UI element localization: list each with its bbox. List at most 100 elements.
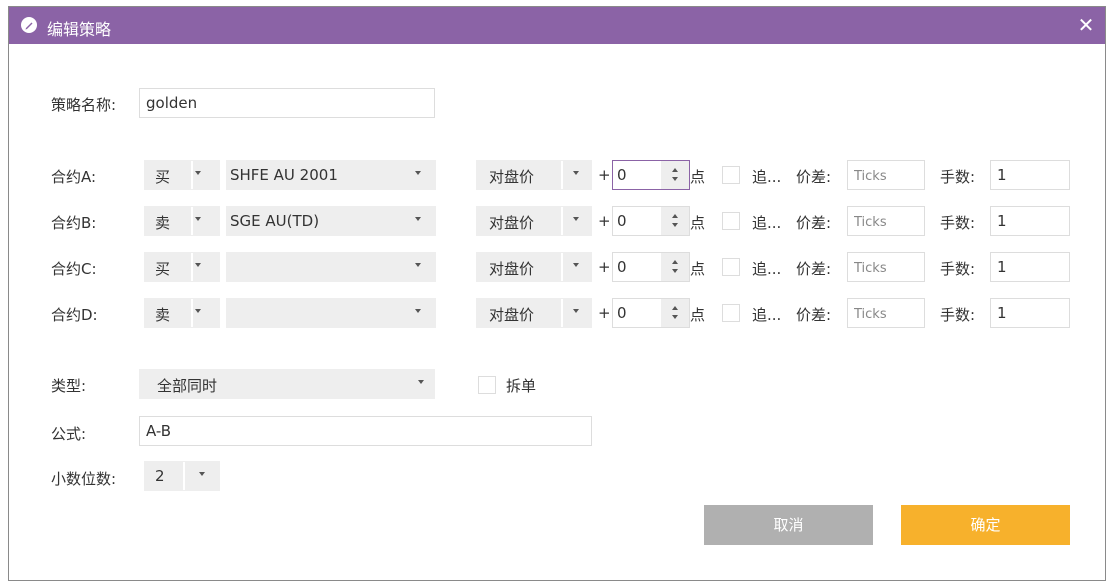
contract-label: 合约D: <box>51 306 98 324</box>
chevron-down-icon <box>573 263 579 267</box>
chevron-down-icon <box>415 309 421 313</box>
formula-label: 公式: <box>51 425 87 443</box>
quantity-label: 手数: <box>940 214 976 232</box>
direction-value: 卖 <box>155 214 171 232</box>
spread-ticks-input[interactable] <box>847 160 925 190</box>
contract-label: 合约A: <box>51 168 97 186</box>
offset-spinner[interactable]: 0 <box>612 206 690 236</box>
spinner-buttons[interactable] <box>661 207 689 235</box>
offset-value: 0 <box>617 212 627 230</box>
spinner-buttons[interactable] <box>661 253 689 281</box>
chevron-down-icon <box>195 217 201 221</box>
contract-label: 合约B: <box>51 214 97 232</box>
select-divider <box>561 207 563 235</box>
chase-checkbox[interactable] <box>722 212 740 230</box>
direction-select[interactable]: 卖 <box>144 298 220 328</box>
spread-label: 价差: <box>796 260 832 278</box>
offset-spinner[interactable]: 0 <box>612 252 690 282</box>
formula-input[interactable] <box>139 416 592 446</box>
points-unit-label: 点 <box>690 214 706 232</box>
type-select[interactable]: 全部同时 <box>139 369 435 399</box>
price-type-select[interactable]: 对盘价 <box>476 206 592 236</box>
spread-ticks-input[interactable] <box>847 206 925 236</box>
chevron-down-icon <box>418 380 424 384</box>
instrument-select[interactable]: SHFE AU 2001 <box>226 160 436 190</box>
chevron-down-icon[interactable] <box>672 315 678 319</box>
strategy-name-label: 策略名称: <box>51 96 117 114</box>
quantity-input[interactable] <box>990 252 1070 282</box>
chase-label: 追... <box>752 306 782 324</box>
price-type-value: 对盘价 <box>489 214 535 232</box>
dialog-title: 编辑策略 <box>47 20 112 39</box>
cancel-button[interactable]: 取消 <box>704 505 873 545</box>
quantity-input[interactable] <box>990 298 1070 328</box>
decimals-select-value: 2 <box>155 467 165 485</box>
select-divider <box>561 253 563 281</box>
offset-spinner[interactable]: 0 <box>612 298 690 328</box>
direction-value: 买 <box>155 168 171 186</box>
price-type-value: 对盘价 <box>489 260 535 278</box>
price-type-select[interactable]: 对盘价 <box>476 298 592 328</box>
chevron-down-icon <box>573 217 579 221</box>
close-icon[interactable]: ✕ <box>1073 12 1099 38</box>
chase-label: 追... <box>752 214 782 232</box>
price-type-select[interactable]: 对盘价 <box>476 252 592 282</box>
instrument-value: SGE AU(TD) <box>230 212 320 230</box>
split-order-checkbox[interactable] <box>478 376 496 394</box>
split-order-label: 拆单 <box>506 377 537 395</box>
type-label: 类型: <box>51 377 87 395</box>
chevron-down-icon[interactable] <box>672 223 678 227</box>
chevron-down-icon[interactable] <box>672 269 678 273</box>
decimals-label: 小数位数: <box>51 470 117 488</box>
spread-label: 价差: <box>796 306 832 324</box>
chevron-up-icon[interactable] <box>672 306 678 310</box>
chase-label: 追... <box>752 168 782 186</box>
strategy-name-input[interactable] <box>139 88 435 118</box>
spread-label: 价差: <box>796 168 832 186</box>
points-unit-label: 点 <box>690 260 706 278</box>
direction-select[interactable]: 买 <box>144 160 220 190</box>
plus-sign: + <box>598 258 611 276</box>
chase-checkbox[interactable] <box>722 166 740 184</box>
offset-value: 0 <box>617 304 627 322</box>
select-divider <box>191 253 193 281</box>
decimals-select[interactable]: 2 <box>144 461 220 491</box>
select-divider <box>561 299 563 327</box>
chevron-up-icon[interactable] <box>672 260 678 264</box>
chevron-up-icon[interactable] <box>672 214 678 218</box>
direction-select[interactable]: 卖 <box>144 206 220 236</box>
instrument-select[interactable] <box>226 298 436 328</box>
quantity-label: 手数: <box>940 168 976 186</box>
select-divider <box>191 161 193 189</box>
confirm-button[interactable]: 确定 <box>901 505 1070 545</box>
spread-ticks-input[interactable] <box>847 298 925 328</box>
price-type-select[interactable]: 对盘价 <box>476 160 592 190</box>
quantity-input[interactable] <box>990 206 1070 236</box>
spread-ticks-input[interactable] <box>847 252 925 282</box>
offset-value: 0 <box>617 166 627 184</box>
chase-checkbox[interactable] <box>722 258 740 276</box>
chase-label: 追... <box>752 260 782 278</box>
chevron-up-icon[interactable] <box>672 168 678 172</box>
chevron-down-icon <box>573 309 579 313</box>
points-unit-label: 点 <box>690 306 706 324</box>
instrument-select[interactable]: SGE AU(TD) <box>226 206 436 236</box>
select-divider <box>191 207 193 235</box>
direction-select[interactable]: 买 <box>144 252 220 282</box>
offset-spinner[interactable]: 0 <box>612 160 690 190</box>
spread-label: 价差: <box>796 214 832 232</box>
chase-checkbox[interactable] <box>722 304 740 322</box>
chevron-down-icon[interactable] <box>672 177 678 181</box>
quantity-input[interactable] <box>990 160 1070 190</box>
chevron-down-icon <box>415 171 421 175</box>
direction-value: 卖 <box>155 306 171 324</box>
plus-sign: + <box>598 304 611 322</box>
spinner-buttons[interactable] <box>661 161 689 189</box>
spinner-buttons[interactable] <box>661 299 689 327</box>
chevron-down-icon <box>415 263 421 267</box>
select-divider <box>191 299 193 327</box>
price-type-value: 对盘价 <box>489 168 535 186</box>
chevron-down-icon <box>195 263 201 267</box>
instrument-select[interactable] <box>226 252 436 282</box>
chevron-down-icon <box>195 309 201 313</box>
